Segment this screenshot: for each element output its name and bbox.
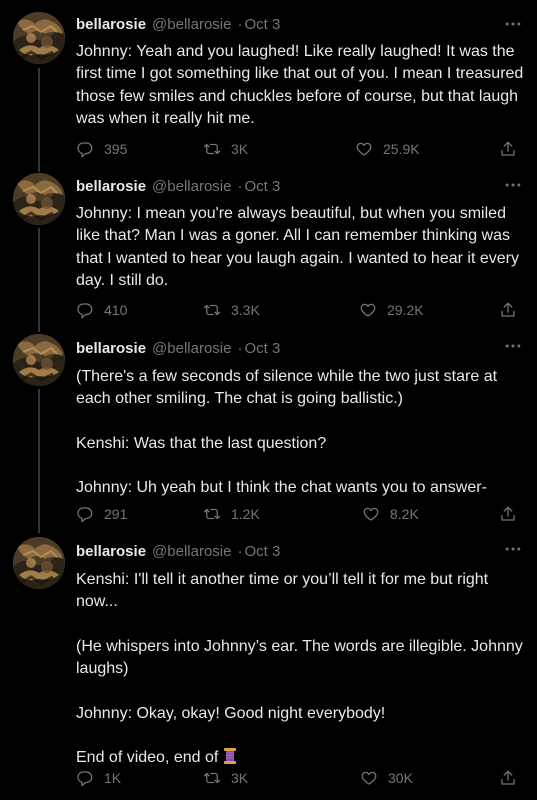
separator: · <box>237 178 243 195</box>
share-button[interactable] <box>499 298 527 322</box>
separator: · <box>237 16 243 33</box>
share-button[interactable] <box>499 766 527 790</box>
avatar[interactable] <box>13 173 65 225</box>
tweet-header: bellarosie @bellarosie · Oct 3 <box>76 541 280 563</box>
retweet-icon <box>203 505 221 523</box>
more-icon[interactable] <box>503 539 523 559</box>
retweet-icon <box>203 301 221 319</box>
retweet-button[interactable]: 1.2K <box>203 502 260 526</box>
like-button[interactable]: 29.2K <box>359 298 424 322</box>
reply-icon <box>76 769 94 787</box>
share-icon <box>499 505 517 523</box>
separator: · <box>237 340 243 357</box>
tweet-text: Johnny: I mean you're always beautiful, … <box>76 205 524 289</box>
thread-line <box>38 228 40 332</box>
like-count: 29.2K <box>387 302 424 318</box>
avatar[interactable] <box>13 537 65 589</box>
avatar[interactable] <box>13 334 65 386</box>
heart-icon <box>362 505 380 523</box>
reply-icon <box>76 140 94 158</box>
tweet-actions: 410 3.3K 29.2K <box>76 298 526 322</box>
tweet-actions: 395 3K 25.9K <box>76 137 526 161</box>
handle[interactable]: @bellarosie <box>152 340 231 357</box>
reply-count: 410 <box>104 302 128 318</box>
reply-button[interactable]: 291 <box>76 502 127 526</box>
retweet-button[interactable]: 3K <box>203 137 248 161</box>
reply-count: 1K <box>104 770 122 786</box>
like-button[interactable]: 30K <box>360 766 413 790</box>
retweet-icon <box>203 769 221 787</box>
share-icon <box>499 301 517 319</box>
reply-count: 291 <box>104 506 128 522</box>
tweet-date[interactable]: Oct 3 <box>244 16 280 33</box>
reply-button[interactable]: 410 <box>76 298 127 322</box>
separator: · <box>237 543 243 560</box>
reply-count: 395 <box>104 141 128 157</box>
handle[interactable]: @bellarosie <box>152 16 231 33</box>
heart-icon <box>360 769 378 787</box>
retweet-count: 3.3K <box>231 302 260 318</box>
like-count: 25.9K <box>383 141 420 157</box>
display-name[interactable]: bellarosie <box>76 340 146 357</box>
tweet-text: Kenshi: I'll tell it another time or you… <box>76 569 531 770</box>
like-count: 8.2K <box>390 506 419 522</box>
tweet-actions: 1K 3K 30K <box>76 766 526 790</box>
like-count: 30K <box>388 770 413 786</box>
tweet-date[interactable]: Oct 3 <box>244 543 280 560</box>
retweet-icon <box>203 140 221 158</box>
tweet-actions: 291 1.2K 8.2K <box>76 502 526 526</box>
avatar[interactable] <box>13 12 65 64</box>
retweet-count: 1.2K <box>231 506 260 522</box>
reply-icon <box>76 301 94 319</box>
like-button[interactable]: 25.9K <box>355 137 420 161</box>
tweet-date[interactable]: Oct 3 <box>244 340 280 357</box>
thread-line <box>38 389 40 533</box>
retweet-button[interactable]: 3.3K <box>203 298 260 322</box>
tweet-text: Johnny: Yeah and you laughed! Like reall… <box>76 43 528 127</box>
share-icon <box>499 769 517 787</box>
heart-icon <box>359 301 377 319</box>
display-name[interactable]: bellarosie <box>76 178 146 195</box>
like-button[interactable]: 8.2K <box>362 502 419 526</box>
share-button[interactable] <box>499 137 527 161</box>
tweet-header: bellarosie @bellarosie · Oct 3 <box>76 176 280 198</box>
thread-line <box>38 68 40 172</box>
more-icon[interactable] <box>503 175 523 195</box>
handle[interactable]: @bellarosie <box>152 178 231 195</box>
share-button[interactable] <box>499 502 527 526</box>
display-name[interactable]: bellarosie <box>76 16 146 33</box>
tweet-text-body: Kenshi: I'll tell it another time or you… <box>76 571 523 767</box>
retweet-count: 3K <box>231 141 249 157</box>
heart-icon <box>355 140 373 158</box>
reply-button[interactable]: 1K <box>76 766 121 790</box>
reply-icon <box>76 505 94 523</box>
retweet-button[interactable]: 3K <box>203 766 248 790</box>
reply-button[interactable]: 395 <box>76 137 127 161</box>
more-icon[interactable] <box>503 336 523 356</box>
tweet-date[interactable]: Oct 3 <box>244 178 280 195</box>
tweet-text: (There's a few seconds of silence while … <box>76 368 498 497</box>
share-icon <box>499 140 517 158</box>
handle[interactable]: @bellarosie <box>152 543 231 560</box>
tweet-header: bellarosie @bellarosie · Oct 3 <box>76 338 280 360</box>
retweet-count: 3K <box>231 770 249 786</box>
more-icon[interactable] <box>503 14 523 34</box>
spool-of-thread-icon <box>223 748 236 765</box>
display-name[interactable]: bellarosie <box>76 543 146 560</box>
tweet-header: bellarosie @bellarosie · Oct 3 <box>76 14 280 36</box>
